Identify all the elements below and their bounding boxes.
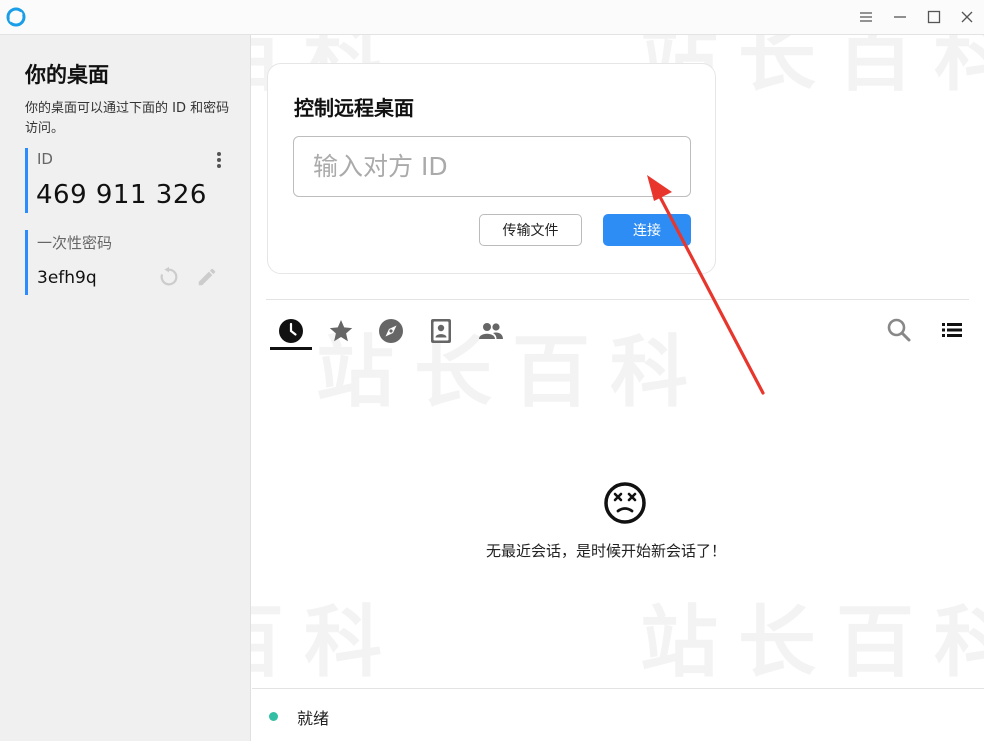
clock-icon (279, 319, 303, 343)
connect-card: 控制远程桌面 传输文件 连接 (267, 63, 716, 274)
status-text: 就绪 (297, 709, 330, 728)
sidebar-title: 你的桌面 (25, 63, 109, 87)
compass-icon (379, 319, 403, 343)
app-window: 站长百科 站长百科 站长百科 站长百科 站长百科 你的桌面 你的桌面可以通过下面… (0, 0, 984, 741)
id-section: ID 469 911 326 (25, 148, 235, 213)
tab-address-book[interactable] (420, 313, 462, 349)
password-label: 一次性密码 (37, 234, 113, 252)
transfer-file-button[interactable]: 传输文件 (479, 214, 582, 246)
sidebar: 你的桌面 你的桌面可以通过下面的 ID 和密码访问。 ID 469 911 32… (0, 35, 251, 741)
divider (266, 299, 969, 300)
tab-favorites[interactable] (320, 313, 362, 349)
close-icon[interactable] (958, 8, 976, 26)
tab-recent[interactable] (270, 313, 312, 350)
id-value[interactable]: 469 911 326 (36, 180, 207, 210)
edit-icon[interactable] (196, 266, 218, 288)
password-section: 一次性密码 3efh9q (25, 230, 235, 295)
tab-discovered[interactable] (370, 313, 412, 349)
sidebar-description: 你的桌面可以通过下面的 ID 和密码访问。 (25, 101, 230, 136)
status-indicator (269, 712, 278, 721)
list-view-icon[interactable] (940, 318, 964, 342)
title-bar (0, 0, 984, 35)
star-icon (329, 320, 353, 342)
status-bar: 就绪 (252, 688, 984, 741)
refresh-icon[interactable] (158, 266, 180, 288)
tab-group[interactable] (470, 313, 512, 349)
dizzy-face-icon (604, 482, 646, 524)
id-label: ID (37, 150, 53, 168)
address-book-icon (431, 319, 451, 343)
more-options-icon[interactable] (214, 150, 224, 170)
connect-card-title: 控制远程桌面 (294, 96, 414, 120)
minimize-icon[interactable] (891, 8, 909, 26)
connect-button[interactable]: 连接 (603, 214, 691, 246)
group-icon (479, 323, 503, 339)
maximize-icon[interactable] (925, 8, 943, 26)
menu-icon[interactable] (857, 8, 875, 26)
remote-id-input[interactable] (293, 136, 691, 197)
empty-sessions-message: 无最近会话，是时候开始新会话了！ (486, 542, 727, 560)
password-value[interactable]: 3efh9q (37, 268, 97, 288)
watermark-bottom-right: 站长百科 (640, 580, 984, 692)
search-icon[interactable] (885, 316, 913, 344)
app-logo-icon (6, 7, 26, 27)
